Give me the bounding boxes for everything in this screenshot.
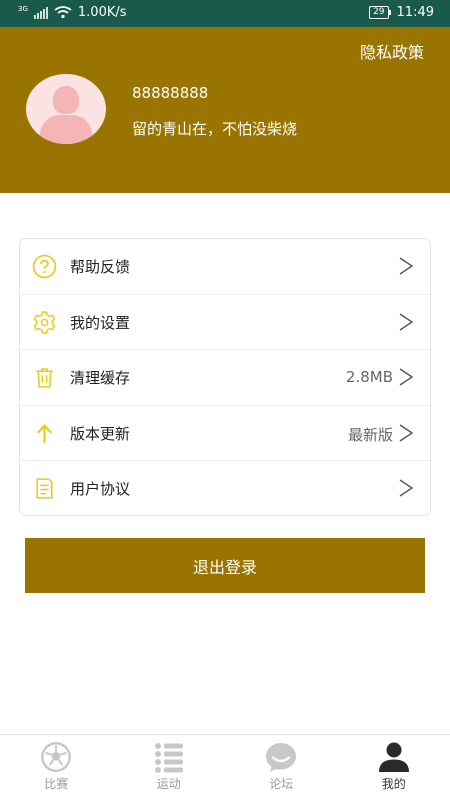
avatar-body-shape [40,115,92,144]
menu-item-label: 帮助反馈 [70,258,131,276]
tab-sports[interactable]: 运动 [113,735,226,800]
logout-button[interactable]: 退出登录 [25,538,425,593]
tab-matches[interactable]: 比赛 [0,735,113,800]
cache-size-value: 2.8MB [345,368,393,387]
chevron-right-icon [399,368,414,386]
tab-label: 论坛 [269,777,294,791]
bottom-tab-bar: 比赛 运动 论坛 我的 [0,734,450,800]
profile-header: 隐私政策 88888888 留的青山在，不怕没柴烧 [0,27,450,193]
signal-icon [33,6,48,19]
menu-item-version-update[interactable]: 版本更新 最新版 [20,406,430,462]
arrow-up-icon [36,423,53,443]
trash-icon [36,368,53,388]
tab-mine[interactable]: 我的 [338,735,450,800]
chevron-right-icon [399,424,414,442]
privacy-policy-link[interactable]: 隐私政策 [360,39,424,63]
menu-item-user-agreement[interactable]: 用户协议 [20,461,430,517]
avatar-head-shape [53,86,79,114]
network-speed: 1.00K/s [77,5,127,20]
menu-item-label: 清理缓存 [70,369,131,388]
tab-label: 我的 [381,777,406,791]
menu-item-my-settings[interactable]: 我的设置 [20,295,430,351]
menu-item-clear-cache[interactable]: 清理缓存 2.8MB [20,350,430,406]
tab-label: 运动 [156,777,181,791]
user-id: 88888888 [132,84,209,102]
soccer-ball-icon [41,742,72,772]
avatar[interactable] [26,74,106,144]
person-icon [378,742,409,772]
menu-item-label: 版本更新 [70,424,131,443]
tab-forum[interactable]: 论坛 [225,735,338,800]
settings-menu: 帮助反馈 我的设置 清理缓存 2.8MB 版本更新 最新版 用户协议 [19,238,431,516]
battery-indicator: 29 [369,6,392,19]
tab-label: 比赛 [44,777,69,791]
list-icon [154,743,183,773]
chevron-right-icon [399,313,414,331]
chevron-right-icon [399,479,414,497]
version-status-value: 最新版 [347,425,393,444]
network-type: 3G [18,4,28,13]
wifi-icon [54,6,72,19]
menu-item-label: 用户协议 [70,480,131,499]
gear-icon [33,310,56,334]
help-icon [32,254,57,279]
menu-item-help-feedback[interactable]: 帮助反馈 [20,239,430,295]
clock: 11:49 [396,5,434,20]
menu-item-label: 我的设置 [70,313,131,332]
chevron-right-icon [399,257,414,275]
status-bar: 3G 1.00K/s 29 11:49 [0,0,450,27]
user-motto: 留的青山在，不怕没柴烧 [132,120,298,138]
chat-bubble-icon [266,743,297,772]
document-icon [36,478,53,500]
